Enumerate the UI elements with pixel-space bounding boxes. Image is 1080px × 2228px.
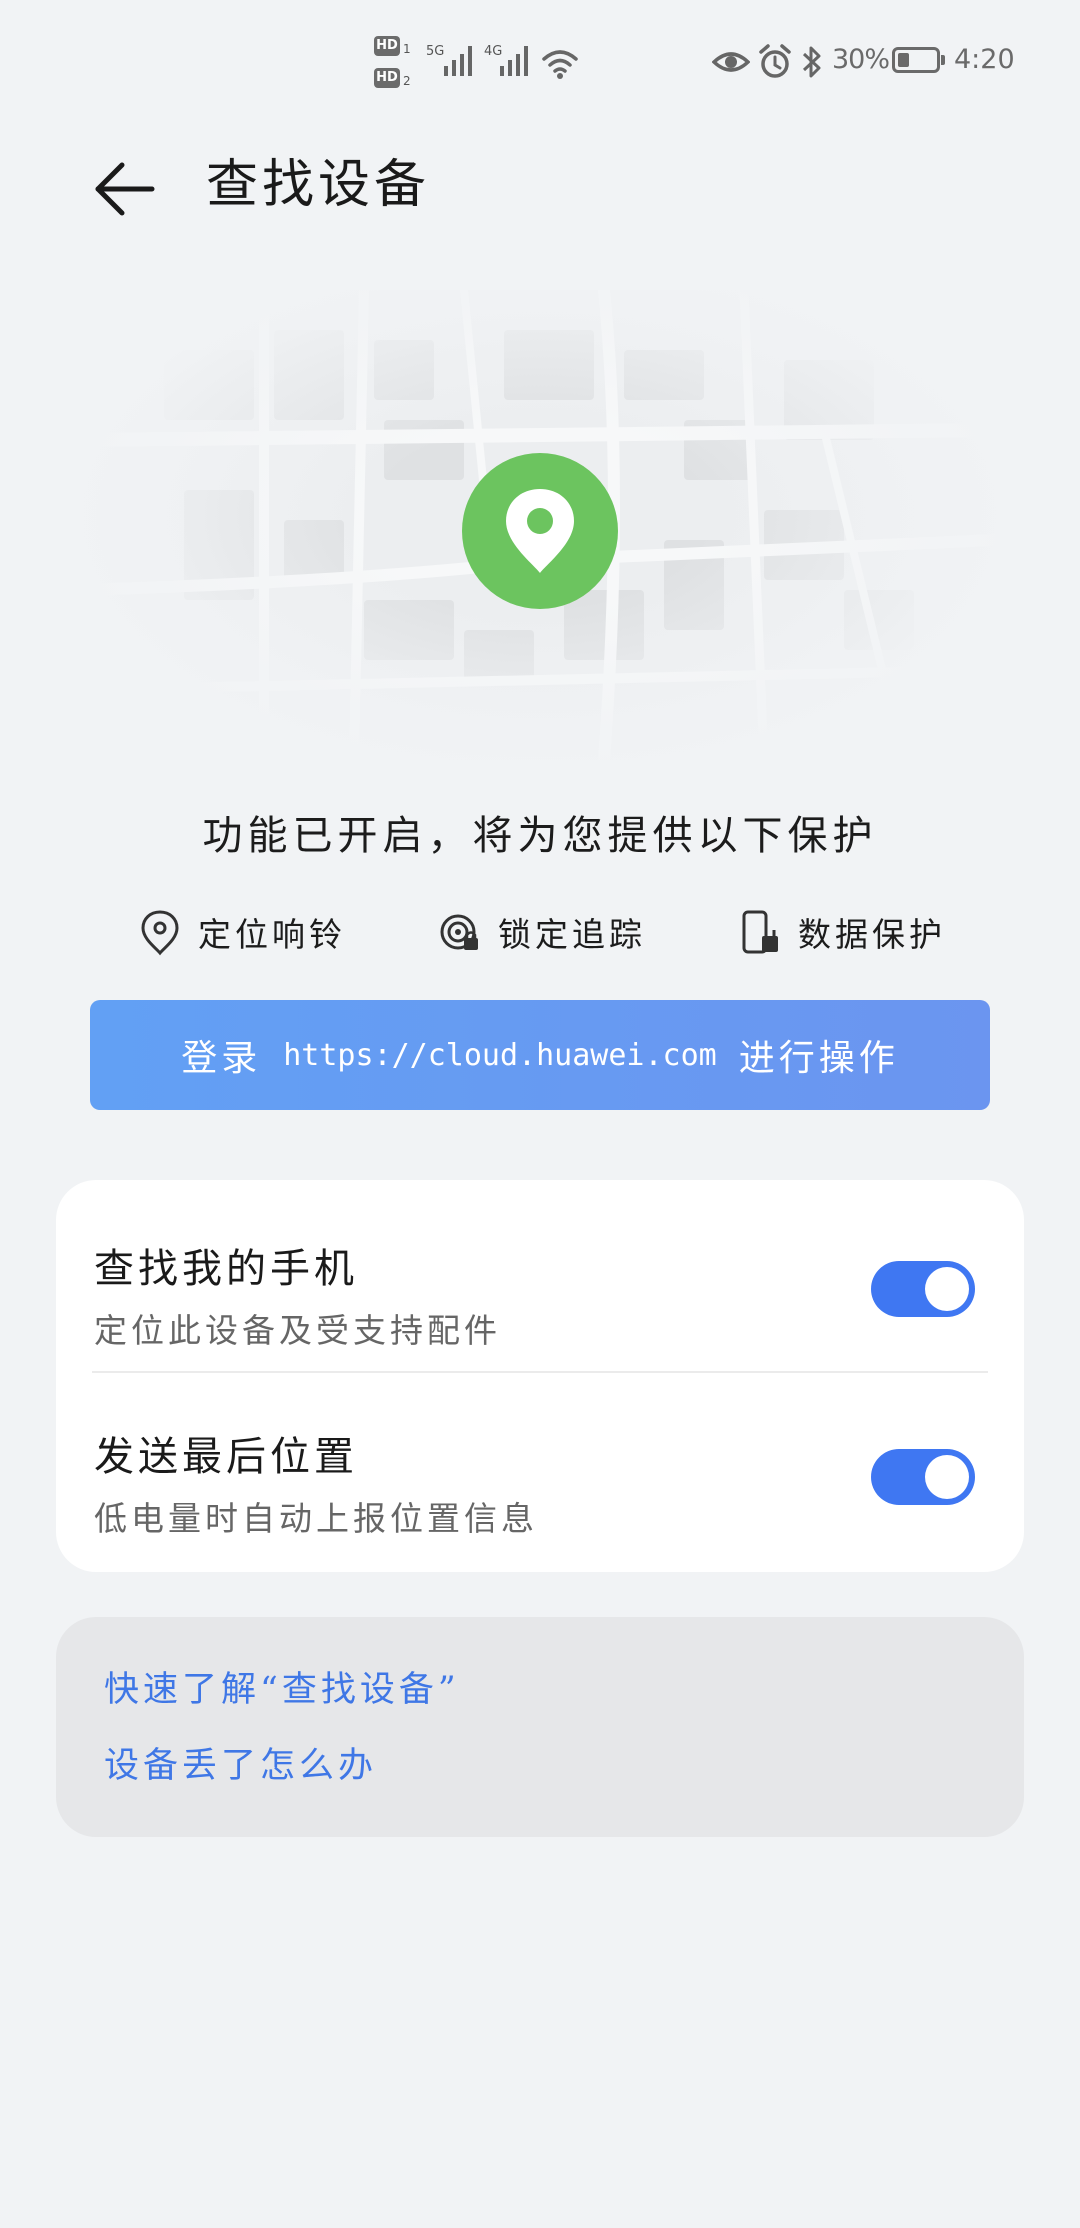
battery-percent: 30% — [832, 44, 890, 75]
cloud-login-banner[interactable]: 登录 https://cloud.huawei.com 进行操作 — [90, 1000, 990, 1110]
cloud-url: https://cloud.huawei.com — [283, 1037, 717, 1073]
wifi-icon — [542, 50, 578, 79]
feature-label: 数据保护 — [798, 915, 946, 954]
clock: 4:20 — [954, 44, 1015, 75]
setting-subtitle: 低电量时自动上报位置信息 — [94, 1499, 538, 1538]
sim1-hd-badge: HD — [374, 36, 400, 56]
feature-data-protection: 数据保护 — [738, 904, 946, 960]
setting-subtitle: 定位此设备及受支持配件 — [94, 1311, 501, 1350]
signal-strength-icon — [444, 46, 472, 76]
eye-icon — [712, 52, 750, 72]
bluetooth-icon — [802, 46, 821, 78]
location-pin-badge — [462, 453, 618, 609]
battery-nub — [941, 55, 945, 65]
help-card: 快速了解“查找设备” 设备丢了怎么办 — [56, 1617, 1024, 1837]
battery-level-fill — [898, 53, 909, 67]
setting-title: 发送最后位置 — [94, 1434, 358, 1480]
alarm-icon — [759, 44, 791, 78]
find-my-phone-toggle[interactable] — [871, 1261, 975, 1317]
send-last-location-toggle[interactable] — [871, 1449, 975, 1505]
setting-find-my-phone[interactable]: 查找我的手机 定位此设备及受支持配件 — [56, 1180, 1024, 1368]
sim2-hd-badge: HD — [374, 68, 400, 88]
feature-headline: 功能已开启，将为您提供以下保护 — [202, 813, 878, 859]
sim1-slot-label: 1 — [403, 42, 411, 56]
setting-send-last-location[interactable]: 发送最后位置 低电量时自动上报位置信息 — [56, 1372, 1024, 1560]
lock-tracking-icon — [440, 914, 478, 950]
lost-device-help-link[interactable]: 设备丢了怎么办 — [104, 1737, 377, 1788]
battery-icon — [892, 47, 945, 73]
back-button[interactable] — [84, 148, 166, 230]
phone-clean-icon — [742, 910, 778, 954]
learn-find-device-link[interactable]: 快速了解“查找设备” — [104, 1661, 460, 1712]
login-suffix: 进行操作 — [738, 1038, 899, 1079]
signal-strength-2-icon — [500, 46, 528, 76]
settings-card: 查找我的手机 定位此设备及受支持配件 发送最后位置 低电量时自动上报位置信息 — [56, 1180, 1024, 1572]
toggle-knob — [925, 1267, 969, 1311]
setting-title: 查找我的手机 — [94, 1246, 358, 1292]
status-bar: HD 1 HD 2 5G 4G 30% 4:20 — [0, 0, 1080, 124]
page-title: 查找设备 — [206, 155, 431, 215]
feature-label: 定位响铃 — [198, 915, 346, 954]
app-header: 查找设备 — [0, 124, 1080, 244]
location-pin-outline-icon — [141, 910, 179, 956]
back-arrow-icon — [95, 162, 155, 216]
toggle-knob — [925, 1455, 969, 1499]
feature-locate-ring: 定位响铃 — [138, 904, 346, 960]
sim2-slot-label: 2 — [403, 74, 411, 88]
location-pin-icon — [506, 489, 574, 573]
volte-indicator: HD 1 HD 2 — [374, 34, 420, 92]
feature-lock-track: 锁定追踪 — [438, 904, 646, 960]
login-prefix: 登录 — [181, 1038, 262, 1079]
feature-label: 锁定追踪 — [498, 915, 646, 954]
